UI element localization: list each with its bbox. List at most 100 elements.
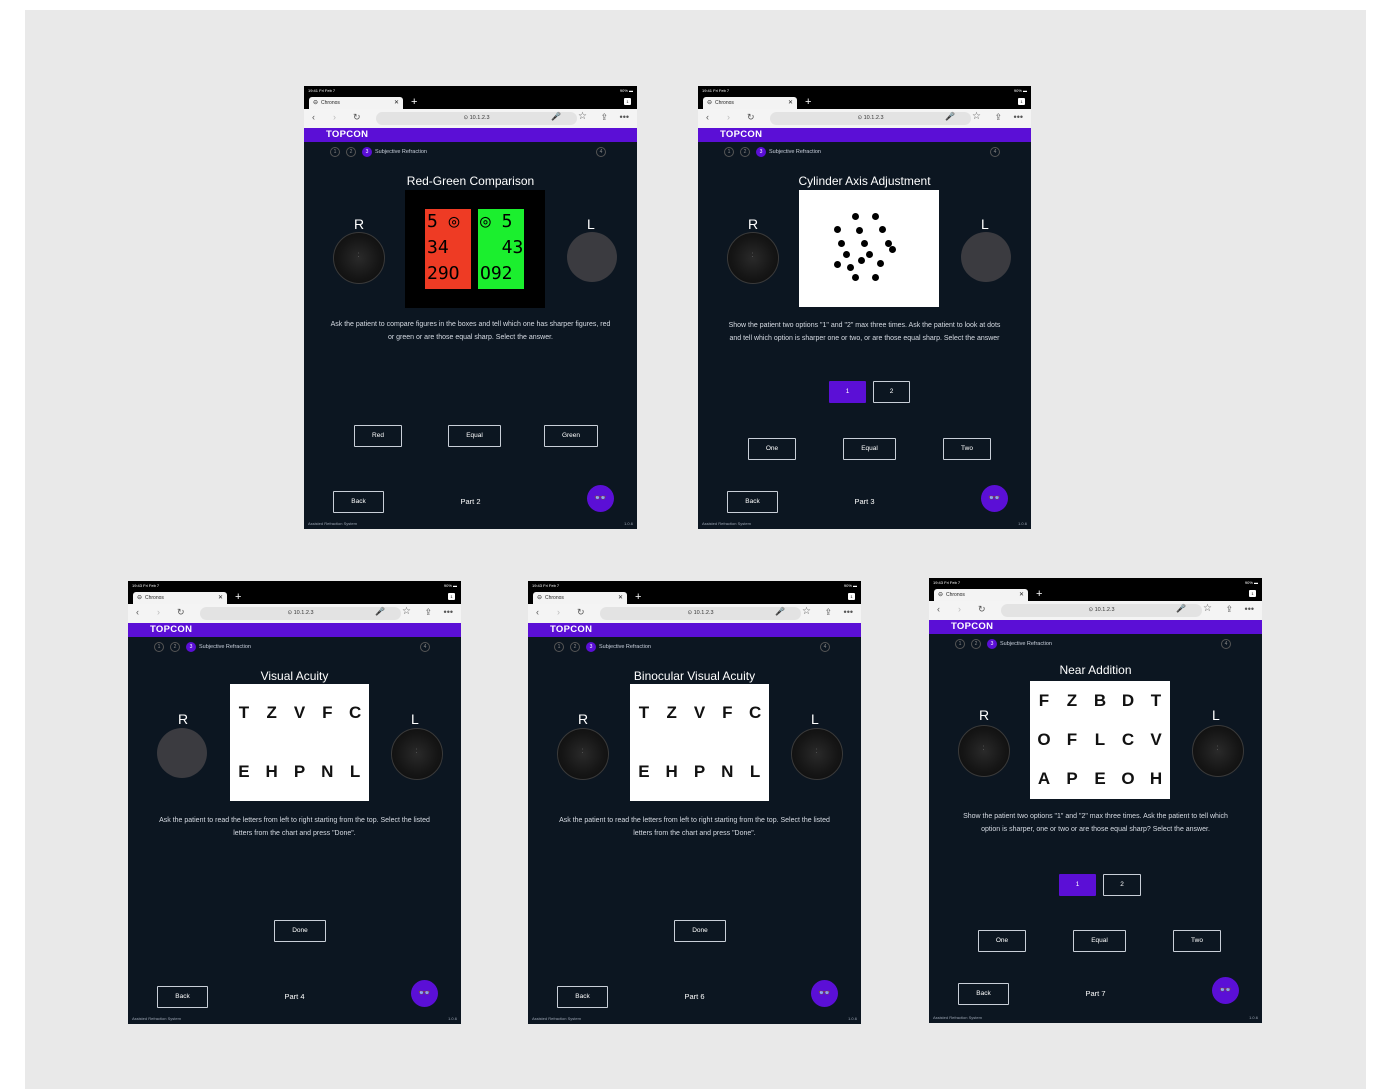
chart-letter[interactable]: D (1114, 681, 1142, 720)
browser-tab[interactable]: ⊖ Chronos ✕ (533, 592, 627, 604)
browser-tab[interactable]: ⊖ Chronos ✕ (309, 97, 403, 109)
bookmark-star-icon[interactable]: ☆ (1203, 603, 1212, 614)
forward-arrow-icon[interactable]: › (557, 607, 560, 617)
close-icon[interactable]: ✕ (618, 592, 623, 604)
option-2-button[interactable]: 2 (873, 381, 910, 403)
address-bar[interactable]: ⊙ 10.1.2.3 (200, 607, 401, 620)
tab-count[interactable]: 1 (1018, 98, 1025, 105)
answer-green-button[interactable]: Green (544, 425, 598, 447)
answer-equal-button[interactable]: Equal (843, 438, 896, 460)
microphone-icon[interactable]: 🎤 (375, 607, 385, 616)
microphone-icon[interactable]: 🎤 (1176, 604, 1186, 613)
chart-letter[interactable]: A (1030, 760, 1058, 799)
red-panel[interactable]: 5 ◎ 34 29O (425, 209, 471, 289)
forward-arrow-icon[interactable]: › (727, 112, 730, 122)
answer-equal-button[interactable]: Equal (1073, 930, 1126, 952)
share-icon[interactable]: ⇪ (1225, 604, 1233, 615)
back-arrow-icon[interactable]: ‹ (706, 112, 709, 122)
chart-letter[interactable]: O (1030, 720, 1058, 759)
chart-letter[interactable]: H (658, 743, 686, 802)
forward-arrow-icon[interactable]: › (157, 607, 160, 617)
answer-equal-button[interactable]: Equal (448, 425, 501, 447)
answer-one-button[interactable]: One (978, 930, 1026, 952)
share-icon[interactable]: ⇪ (424, 607, 432, 618)
reload-icon[interactable]: ↻ (747, 112, 755, 123)
new-tab-icon[interactable]: + (411, 95, 417, 109)
bookmark-star-icon[interactable]: ☆ (972, 111, 981, 122)
address-bar[interactable]: ⊙ 10.1.2.3 (770, 112, 971, 125)
tab-count[interactable]: 1 (848, 593, 855, 600)
answer-two-button[interactable]: Two (1173, 930, 1221, 952)
binoculars-icon[interactable]: 👓 (981, 485, 1008, 512)
chart-letter[interactable]: P (1058, 760, 1086, 799)
chart-letter[interactable]: V (686, 684, 714, 743)
share-icon[interactable]: ⇪ (994, 112, 1002, 123)
chart-letter[interactable]: N (313, 743, 341, 802)
chart-letter[interactable]: E (1086, 760, 1114, 799)
back-arrow-icon[interactable]: ‹ (136, 607, 139, 617)
chart-letter[interactable]: P (686, 743, 714, 802)
chart-letter[interactable]: F (713, 684, 741, 743)
chart-letter[interactable]: H (1142, 760, 1170, 799)
binoculars-icon[interactable]: 👓 (587, 485, 614, 512)
chart-letter[interactable]: F (1030, 681, 1058, 720)
share-icon[interactable]: ⇪ (824, 607, 832, 618)
back-arrow-icon[interactable]: ‹ (536, 607, 539, 617)
chart-letter[interactable]: V (286, 684, 314, 743)
microphone-icon[interactable]: 🎤 (551, 112, 561, 121)
chart-letter[interactable]: T (230, 684, 258, 743)
microphone-icon[interactable]: 🎤 (945, 112, 955, 121)
more-icon[interactable]: ••• (1014, 112, 1023, 122)
chart-letter[interactable]: P (286, 743, 314, 802)
binoculars-icon[interactable]: 👓 (411, 980, 438, 1007)
chart-letter[interactable]: C (1114, 720, 1142, 759)
more-icon[interactable]: ••• (844, 607, 853, 617)
address-bar[interactable]: ⊙ 10.1.2.3 (376, 112, 577, 125)
browser-tab[interactable]: ⊖ Chronos ✕ (703, 97, 797, 109)
browser-tab[interactable]: ⊖ Chronos ✕ (934, 589, 1028, 601)
address-bar[interactable]: ⊙ 10.1.2.3 (600, 607, 801, 620)
chart-letter[interactable]: H (258, 743, 286, 802)
more-icon[interactable]: ••• (620, 112, 629, 122)
share-icon[interactable]: ⇪ (600, 112, 608, 123)
new-tab-icon[interactable]: + (1036, 587, 1042, 601)
forward-arrow-icon[interactable]: › (333, 112, 336, 122)
option-2-button[interactable]: 2 (1103, 874, 1141, 896)
chart-letter[interactable]: F (1058, 720, 1086, 759)
chart-letter[interactable]: E (630, 743, 658, 802)
new-tab-icon[interactable]: + (635, 590, 641, 604)
chart-letter[interactable]: T (1142, 681, 1170, 720)
chart-letter[interactable]: N (713, 743, 741, 802)
microphone-icon[interactable]: 🎤 (775, 607, 785, 616)
answer-red-button[interactable]: Red (354, 425, 402, 447)
forward-arrow-icon[interactable]: › (958, 604, 961, 614)
done-button[interactable]: Done (274, 920, 326, 942)
tab-count[interactable]: 1 (448, 593, 455, 600)
close-icon[interactable]: ✕ (1019, 589, 1024, 601)
reload-icon[interactable]: ↻ (353, 112, 361, 123)
chart-letter[interactable]: E (230, 743, 258, 802)
close-icon[interactable]: ✕ (788, 97, 793, 109)
more-icon[interactable]: ••• (1245, 604, 1254, 614)
chart-letter[interactable]: V (1142, 720, 1170, 759)
bookmark-star-icon[interactable]: ☆ (402, 606, 411, 617)
chart-letter[interactable]: L (1086, 720, 1114, 759)
chart-letter[interactable]: C (341, 684, 369, 743)
tab-count[interactable]: 1 (624, 98, 631, 105)
bookmark-star-icon[interactable]: ☆ (802, 606, 811, 617)
chart-letter[interactable]: F (313, 684, 341, 743)
chart-letter[interactable]: C (741, 684, 769, 743)
option-1-button[interactable]: 1 (1059, 874, 1096, 896)
reload-icon[interactable]: ↻ (577, 607, 585, 618)
chart-letter[interactable]: L (341, 743, 369, 802)
chart-letter[interactable]: Z (1058, 681, 1086, 720)
binoculars-icon[interactable]: 👓 (811, 980, 838, 1007)
reload-icon[interactable]: ↻ (177, 607, 185, 618)
chart-letter[interactable]: O (1114, 760, 1142, 799)
answer-one-button[interactable]: One (748, 438, 796, 460)
reload-icon[interactable]: ↻ (978, 604, 986, 615)
green-panel[interactable]: ◎ 5 43 O92 (478, 209, 524, 289)
close-icon[interactable]: ✕ (218, 592, 223, 604)
answer-two-button[interactable]: Two (943, 438, 991, 460)
bookmark-star-icon[interactable]: ☆ (578, 111, 587, 122)
